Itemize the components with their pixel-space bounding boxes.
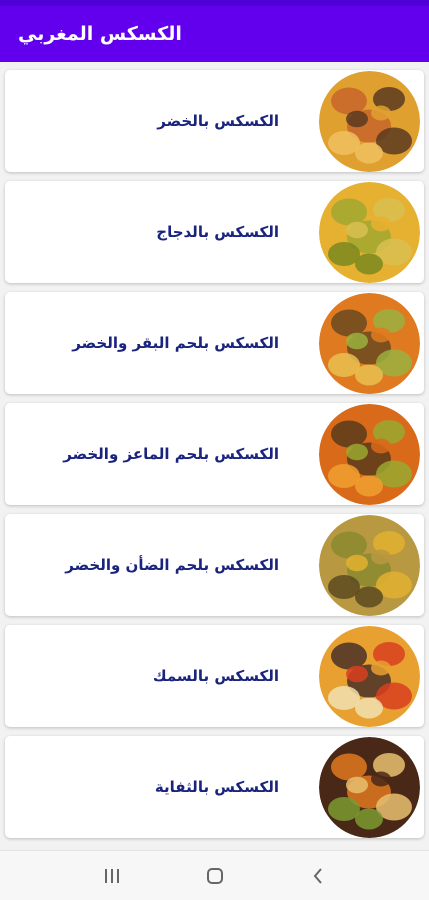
- list-item[interactable]: الكسكس بلحم البقر والخضر: [5, 292, 424, 394]
- couscous-beef-image: [319, 292, 420, 394]
- app-title: الكسكس المغربي: [18, 23, 182, 45]
- list-item-label: الكسكس بالخضر: [157, 112, 279, 130]
- list-item-label: الكسكس بالدجاج: [156, 223, 279, 241]
- list-item-label: الكسكس بالثفاية: [154, 778, 279, 796]
- couscous-vegetables-image: [319, 70, 420, 172]
- list-item[interactable]: الكسكس بالخضر: [5, 70, 424, 172]
- couscous-fish-image: [319, 625, 420, 727]
- couscous-chicken-image: [319, 181, 420, 283]
- system-nav-bar: [0, 850, 429, 900]
- couscous-goat-image: [319, 403, 420, 505]
- list-item-label: الكسكس بلحم الماعز والخضر: [63, 445, 279, 463]
- list-item-label: الكسكس بالسمك: [152, 667, 279, 685]
- recipe-list[interactable]: الكسكس بالخضر الكسكس بالدجاج الكسكس بلحم…: [0, 62, 429, 850]
- app-bar: الكسكس المغربي: [0, 6, 429, 62]
- couscous-lamb-image: [319, 514, 420, 616]
- back-icon[interactable]: [298, 856, 338, 896]
- list-item[interactable]: الكسكس بالثفاية: [5, 736, 424, 838]
- list-item[interactable]: الكسكس بالسمك: [5, 625, 424, 727]
- recents-icon[interactable]: [92, 856, 132, 896]
- list-item-label: الكسكس بلحم الضأن والخضر: [65, 556, 279, 574]
- home-icon[interactable]: [195, 856, 235, 896]
- couscous-tfaya-image: [319, 736, 420, 838]
- list-item[interactable]: الكسكس بالدجاج: [5, 181, 424, 283]
- list-item[interactable]: الكسكس بلحم الضأن والخضر: [5, 514, 424, 616]
- list-item[interactable]: الكسكس بلحم الماعز والخضر: [5, 403, 424, 505]
- list-item-label: الكسكس بلحم البقر والخضر: [72, 334, 279, 352]
